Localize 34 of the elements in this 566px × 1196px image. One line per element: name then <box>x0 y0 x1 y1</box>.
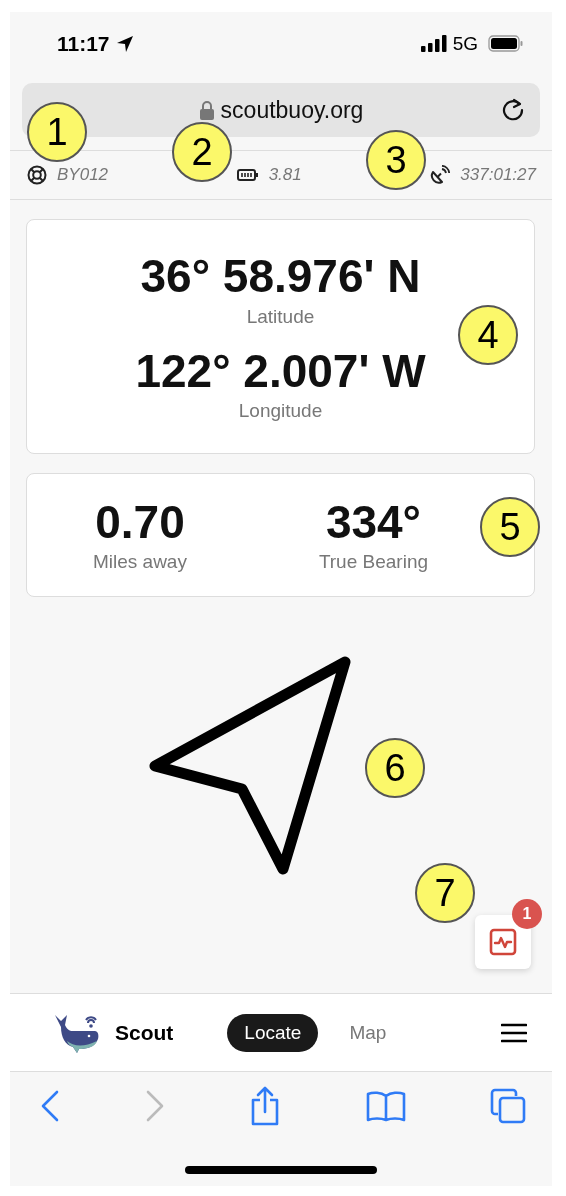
satellite-dish-icon <box>430 165 451 185</box>
url-text: scoutbuoy.org <box>220 96 364 124</box>
coordinate-value: 36° 58.976' N <box>140 250 421 302</box>
menu-icon[interactable] <box>501 1022 527 1043</box>
info-value: BY012 <box>57 165 109 185</box>
status-time: 11:17 <box>57 31 110 56</box>
stat-value: 334° <box>325 496 422 548</box>
info-value: 3.81 <box>268 165 302 185</box>
stat-label: True Bearing <box>318 551 429 574</box>
brand-name: Scout <box>115 1020 174 1045</box>
lifebuoy-icon <box>27 165 47 185</box>
whale-logo-drawing <box>53 1012 99 1053</box>
info-value: 337:01:27 <box>460 165 536 185</box>
coordinate-label: Longitude <box>238 400 323 423</box>
notification-badge: 1 <box>512 899 542 929</box>
location-arrow-icon <box>115 34 134 53</box>
tabs-icon[interactable] <box>490 1088 526 1124</box>
signal-icon <box>420 35 447 52</box>
lock-icon <box>198 100 215 120</box>
share-icon[interactable] <box>249 1086 281 1126</box>
nav-tab[interactable]: Map <box>332 1013 404 1052</box>
coordinate-label: Latitude <box>246 305 315 328</box>
battery-icon <box>488 35 524 52</box>
direction-arrow-icon <box>149 656 351 875</box>
battery-icon <box>236 168 259 182</box>
reload-icon[interactable] <box>500 97 526 123</box>
nav-tab[interactable]: Locate <box>227 1013 319 1052</box>
stat-label: Miles away <box>92 551 187 574</box>
book-icon[interactable] <box>365 1090 406 1122</box>
stat-value: 0.70 <box>95 496 185 548</box>
network-label: 5G <box>452 32 478 55</box>
activity-icon <box>489 928 517 956</box>
back-icon[interactable] <box>40 1090 60 1122</box>
coordinate-value: 122° 2.007' W <box>135 345 426 397</box>
